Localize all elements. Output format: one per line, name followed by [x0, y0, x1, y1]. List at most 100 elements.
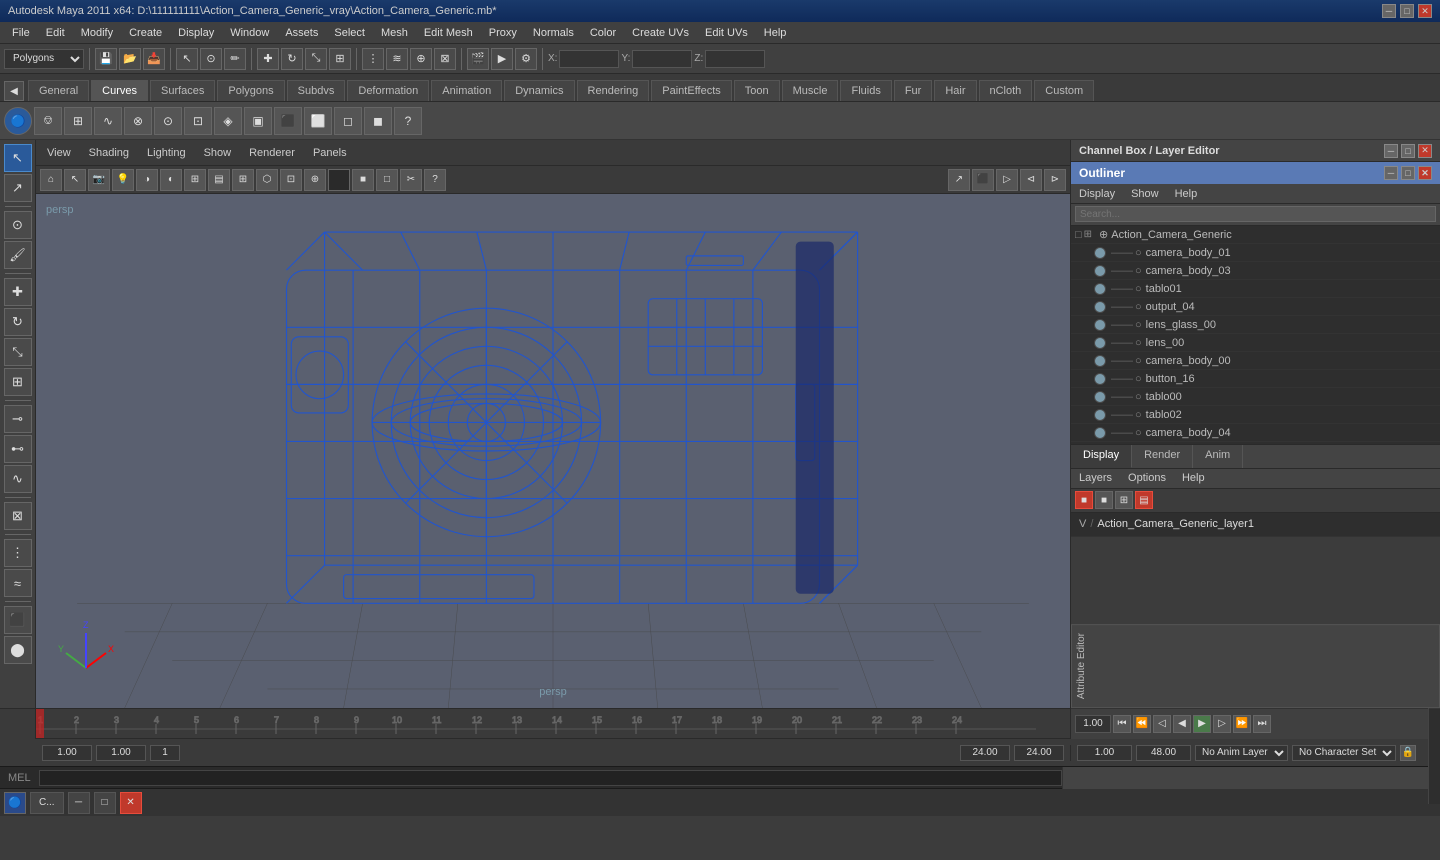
shelf-icon-7[interactable]: ◈ [214, 107, 242, 135]
shelf-tab-toon[interactable]: Toon [734, 80, 780, 101]
menu-select[interactable]: Select [326, 25, 373, 41]
shelf-icon-6[interactable]: ⊡ [184, 107, 212, 135]
layer-menu-help[interactable]: Help [1178, 470, 1209, 486]
anim-layer-select[interactable]: No Anim Layer [1195, 745, 1288, 761]
maximize-button[interactable]: □ [1400, 4, 1414, 18]
universal-manip-btn[interactable]: ⊞ [329, 48, 351, 70]
y-input[interactable] [632, 50, 692, 68]
tree-item-root[interactable]: □ ⊞ ⊕ Action_Camera_Generic [1071, 226, 1440, 244]
minimize-button[interactable]: ─ [1382, 4, 1396, 18]
attribute-editor-tab[interactable]: Attribute Editor [1071, 624, 1440, 708]
shelf-arrow-left[interactable]: ◀ [4, 81, 24, 101]
cb-maximize[interactable]: □ [1401, 144, 1415, 158]
vp-icon-wire[interactable]: ⊞ [184, 169, 206, 191]
shelf-icon-4[interactable]: ⊗ [124, 107, 152, 135]
shelf-tab-dynamics[interactable]: Dynamics [504, 80, 574, 101]
tree-item-output-04[interactable]: —— ○ output_04 [1071, 298, 1440, 316]
cb-minimize[interactable]: ─ [1384, 144, 1398, 158]
snap-grid-lt-btn[interactable]: ⋮ [4, 539, 32, 567]
universal-btn[interactable]: ⊞ [4, 368, 32, 396]
shelf-icon-maya[interactable]: 🔵 [4, 107, 32, 135]
ipr-render-btn[interactable]: ▶ [491, 48, 513, 70]
current-frame-field[interactable] [150, 745, 180, 761]
vp-icon-grid[interactable]: ⊞ [232, 169, 254, 191]
vp-icon-manip[interactable]: ⊕ [304, 169, 326, 191]
layer-menu-options[interactable]: Options [1124, 470, 1170, 486]
prev-key-btn[interactable]: ◁ [1153, 715, 1171, 733]
vp-menu-view[interactable]: View [42, 145, 76, 161]
select-btn[interactable]: ↖ [4, 144, 32, 172]
snap-point-btn[interactable]: ⊕ [410, 48, 432, 70]
crv-tool-btn[interactable]: ∿ [4, 465, 32, 493]
tree-item-tablo02[interactable]: —— ○ tablo02 [1071, 406, 1440, 424]
shelf-tab-fluids[interactable]: Fluids [840, 80, 891, 101]
render-settings-btn[interactable]: ⚙ [515, 48, 537, 70]
task-minimize-btn[interactable]: ─ [68, 792, 90, 814]
vp-icon-res2[interactable]: □ [376, 169, 398, 191]
tree-item-camera-body-03[interactable]: —— ○ camera_body_03 [1071, 262, 1440, 280]
move-btn[interactable]: ✚ [4, 278, 32, 306]
layer-new-btn[interactable]: ■ [1075, 491, 1093, 509]
vp-menu-renderer[interactable]: Renderer [244, 145, 300, 161]
go-start-btn[interactable]: ⏮ [1113, 715, 1131, 733]
layer-icon-4[interactable]: ▤ [1135, 491, 1153, 509]
open-scene-btn[interactable]: 📂 [119, 48, 141, 70]
layer-menu-layers[interactable]: Layers [1075, 470, 1116, 486]
ol-menu-help[interactable]: Help [1171, 186, 1202, 202]
layer-icon-2[interactable]: ■ [1095, 491, 1113, 509]
step-fwd-btn[interactable]: ⏩ [1233, 715, 1251, 733]
snap-curve-btn[interactable]: ≋ [386, 48, 408, 70]
menu-assets[interactable]: Assets [277, 25, 326, 41]
outliner-maximize[interactable]: □ [1401, 166, 1415, 180]
menu-proxy[interactable]: Proxy [481, 25, 525, 41]
task-close-btn[interactable]: ✕ [120, 792, 142, 814]
soft-mod-btn[interactable]: ⊸ [4, 405, 32, 433]
tree-item-lens-00[interactable]: —— ○ lens_00 [1071, 334, 1440, 352]
menu-normals[interactable]: Normals [525, 25, 582, 41]
menu-edit[interactable]: Edit [38, 25, 73, 41]
render-current-btn[interactable]: 🎬 [467, 48, 489, 70]
tree-item-camera-body-04[interactable]: —— ○ camera_body_04 [1071, 424, 1440, 442]
outliner-close[interactable]: ✕ [1418, 166, 1432, 180]
vp-icon-cam[interactable]: 📷 [88, 169, 110, 191]
status-lock-btn[interactable]: 🔒 [1400, 745, 1416, 761]
snap-grid-btn[interactable]: ⋮ [362, 48, 384, 70]
lasso-btn[interactable]: ⊙ [4, 211, 32, 239]
vp-icon-home[interactable]: ⌂ [40, 169, 62, 191]
cb-close[interactable]: ✕ [1418, 144, 1432, 158]
vp-menu-panels[interactable]: Panels [308, 145, 352, 161]
layer-icon-3[interactable]: ⊞ [1115, 491, 1133, 509]
menu-file[interactable]: File [4, 25, 38, 41]
play-back-btn[interactable]: ◀ [1173, 715, 1191, 733]
shelf-icon-9[interactable]: ⬛ [274, 107, 302, 135]
shelf-tab-animation[interactable]: Animation [431, 80, 502, 101]
menu-create[interactable]: Create [121, 25, 170, 41]
script-input[interactable] [39, 770, 1062, 786]
vp-icon-cam2[interactable]: ▷ [996, 169, 1018, 191]
vp-icon-poly[interactable]: ⬡ [256, 169, 278, 191]
tree-item-lens-glass[interactable]: —— ○ lens_glass_00 [1071, 316, 1440, 334]
viewport[interactable]: View Shading Lighting Show Renderer Pane… [36, 140, 1070, 708]
shelf-tab-surfaces[interactable]: Surfaces [150, 80, 215, 101]
menu-edit-mesh[interactable]: Edit Mesh [416, 25, 481, 41]
rotate-btn[interactable]: ↻ [4, 308, 32, 336]
viewport-canvas[interactable]: persp X Y Z persp [36, 194, 1070, 708]
move-select-btn[interactable]: ↗ [4, 174, 32, 202]
char-set-select[interactable]: No Character Set [1292, 745, 1396, 761]
move-tool-btn[interactable]: ✚ [257, 48, 279, 70]
tree-item-camera-body-00[interactable]: —— ○ camera_body_00 [1071, 352, 1440, 370]
vp-icon-cursor[interactable]: ↗ [948, 169, 970, 191]
close-button[interactable]: ✕ [1418, 4, 1432, 18]
ol-menu-display[interactable]: Display [1075, 186, 1119, 202]
vp-menu-lighting[interactable]: Lighting [142, 145, 191, 161]
tree-item-tablo00[interactable]: —— ○ tablo00 [1071, 388, 1440, 406]
layer-tab-anim[interactable]: Anim [1193, 445, 1243, 468]
scale-tool-btn[interactable]: ⤡ [305, 48, 327, 70]
snap-view-btn[interactable]: ⊠ [434, 48, 456, 70]
range-end-input[interactable] [1014, 745, 1064, 761]
shelf-icon-question[interactable]: ? [394, 107, 422, 135]
vp-menu-shading[interactable]: Shading [84, 145, 134, 161]
shelf-icon-3[interactable]: ∿ [94, 107, 122, 135]
tree-item-tablo01[interactable]: —— ○ tablo01 [1071, 280, 1440, 298]
mode-selector[interactable]: Polygons Surfaces Dynamics Rendering Ani… [4, 49, 84, 69]
